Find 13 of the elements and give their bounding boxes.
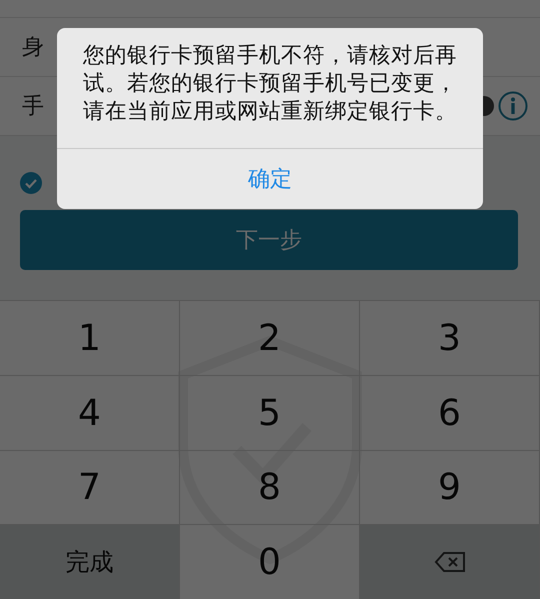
field-label: 手 bbox=[22, 93, 44, 121]
next-button[interactable]: 下一步 bbox=[20, 210, 518, 270]
digit-key[interactable]: 1 bbox=[0, 300, 180, 375]
digit-key[interactable]: 2 bbox=[180, 300, 360, 375]
done-key[interactable]: 完成 bbox=[0, 524, 180, 599]
digit-key[interactable]: 4 bbox=[0, 375, 180, 450]
dialog-message: 您的银行卡预留手机不符，请核对后再试。若您的银行卡预留手机号已变更，请在当前应用或网站重新绑定银行卡。 bbox=[82, 42, 458, 126]
digit-key[interactable]: 6 bbox=[360, 375, 540, 450]
digit-key[interactable]: 5 bbox=[180, 375, 360, 450]
digit-key[interactable]: 8 bbox=[180, 450, 360, 524]
confirm-button[interactable]: 确定 bbox=[57, 148, 483, 209]
digit-key[interactable]: 3 bbox=[360, 300, 540, 375]
field-label: 身 bbox=[22, 34, 44, 62]
